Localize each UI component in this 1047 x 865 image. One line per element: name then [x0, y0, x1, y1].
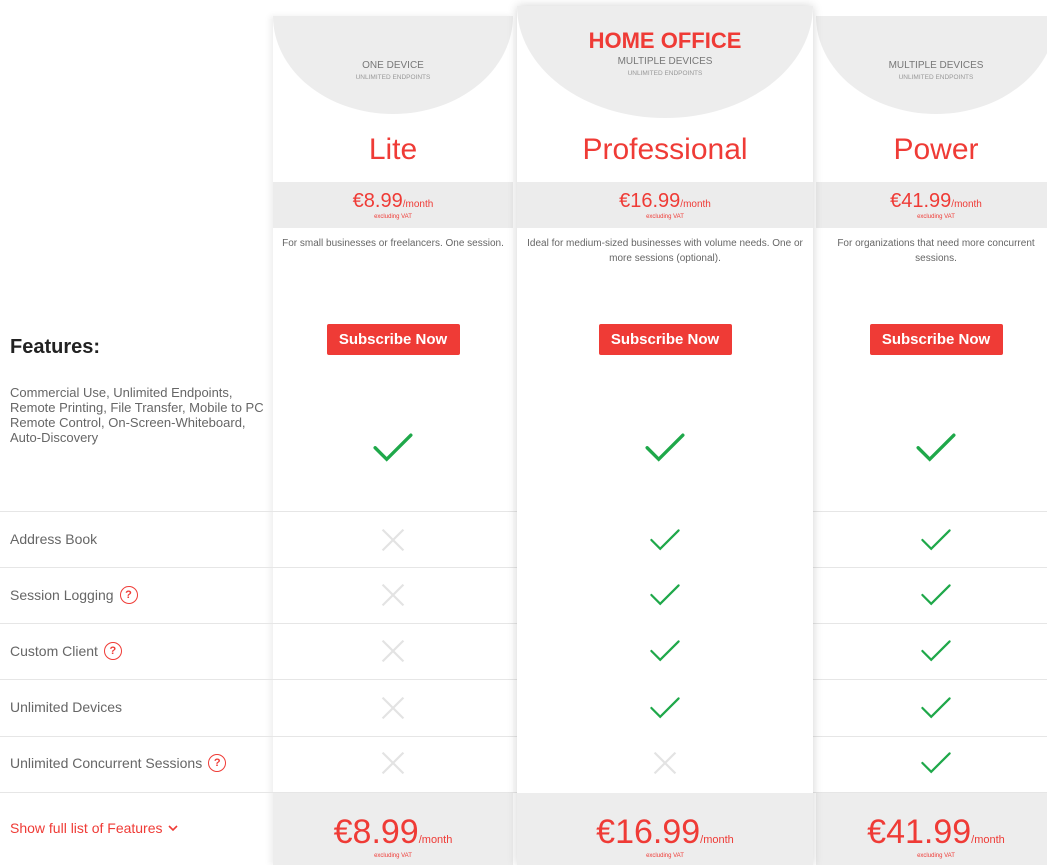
check-icon [649, 583, 681, 612]
feature-row-label: Custom Client? [10, 642, 122, 660]
feature-label-text: Address Book [10, 531, 98, 547]
footer-price-period: /month [700, 834, 734, 846]
feature-row-label: Session Logging? [10, 586, 138, 604]
plan-column-power: MULTIPLE DEVICES UNLIMITED ENDPOINTS Power… [816, 16, 1047, 865]
features-title: Features: [10, 336, 101, 358]
plan-name: Professional [582, 133, 748, 166]
footer-price-amount: €8.99 [333, 813, 419, 851]
footer-price-period: /month [418, 834, 453, 846]
price-band: €41.99/month excluding VAT [816, 182, 1047, 228]
cross-icon [380, 582, 406, 613]
feature-row-label: Unlimited Concurrent Sessions? [10, 754, 227, 772]
check-icon [649, 528, 681, 557]
footer-plan-price: €16.99/month [596, 815, 734, 849]
help-icon[interactable]: ? [103, 642, 122, 660]
plan-subtitle: MULTIPLE DEVICES [617, 56, 713, 67]
feature-label-text: Custom Client [10, 643, 98, 659]
check-icon [915, 432, 957, 469]
plan-column-professional: HOME OFFICE MULTIPLE DEVICES UNLIMITED END… [517, 6, 813, 865]
help-icon[interactable]: ? [119, 586, 138, 604]
plan-price: €8.99/month [353, 191, 434, 211]
footer-price-amount: €41.99 [867, 813, 972, 851]
check-icon [372, 432, 414, 469]
check-icon [920, 583, 952, 612]
check-icon [644, 432, 686, 469]
plan-subtitle-secondary: UNLIMITED ENDPOINTS [355, 74, 431, 81]
price-amount: €41.99 [890, 190, 952, 212]
price-band: €16.99/month excluding VAT [517, 182, 813, 228]
plan-description: For small businesses or freelancers. One… [282, 238, 504, 249]
subscribe-now-button[interactable]: Subscribe Now [598, 324, 732, 355]
plan-subtitle-secondary: UNLIMITED ENDPOINTS [898, 74, 974, 81]
plan-name: Power [893, 133, 979, 166]
footer-vat-note: excluding VAT [374, 853, 412, 859]
cross-icon [652, 750, 678, 781]
plan-highlight: HOME OFFICE [588, 28, 742, 53]
plan-header-arch: MULTIPLE DEVICES UNLIMITED ENDPOINTS [816, 16, 1047, 114]
cross-icon [380, 750, 406, 781]
cross-icon [380, 638, 406, 669]
check-icon [920, 639, 952, 668]
subscribe-now-button[interactable]: Subscribe Now [326, 324, 460, 355]
price-band: €8.99/month excluding VAT [273, 182, 513, 228]
feature-label-text: Session Logging [10, 587, 114, 603]
subscribe-now-button[interactable]: Subscribe Now [869, 324, 1003, 355]
plan-price: €16.99/month [619, 191, 711, 211]
show-full-features-link[interactable]: Show full list of Features [10, 820, 178, 836]
plan-description: For organizations that need more concurr… [837, 238, 1035, 264]
vat-note: excluding VAT [917, 214, 955, 220]
plan-header-arch: ONE DEVICE UNLIMITED ENDPOINTS [273, 16, 513, 114]
chevron-down-icon [167, 824, 178, 831]
plan-subtitle: ONE DEVICE [362, 60, 424, 71]
footer-vat-note: excluding VAT [917, 853, 955, 859]
plan-header-arch: HOME OFFICE MULTIPLE DEVICES UNLIMITED END… [517, 6, 813, 118]
footer-plan-price: €41.99/month [867, 815, 1005, 849]
plan-subtitle: MULTIPLE DEVICES [888, 60, 984, 71]
check-icon [649, 696, 681, 725]
footer-price-band: €8.99/month excluding VAT [273, 793, 513, 865]
plan-description: Ideal for medium-sized businesses with v… [527, 238, 803, 264]
check-icon [920, 751, 952, 780]
footer-price-period: /month [971, 834, 1005, 846]
feature-label-text: Unlimited Devices [10, 699, 123, 715]
show-full-features-label: Show full list of Features [10, 820, 163, 836]
cross-icon [380, 527, 406, 558]
vat-note: excluding VAT [646, 214, 684, 220]
footer-price-amount: €16.99 [596, 813, 701, 851]
features-base-description: Commercial Use, Unlimited Endpoints, Rem… [10, 385, 264, 445]
plan-subtitle-secondary: UNLIMITED ENDPOINTS [627, 70, 703, 77]
check-icon [920, 528, 952, 557]
price-period: /month [680, 199, 711, 210]
check-icon [649, 639, 681, 668]
price-period: /month [951, 199, 982, 210]
price-amount: €16.99 [619, 190, 681, 212]
price-amount: €8.99 [352, 190, 403, 212]
help-icon[interactable]: ? [208, 754, 227, 772]
footer-plan-price: €8.99/month [334, 815, 453, 849]
footer-price-band: €41.99/month excluding VAT [816, 793, 1047, 865]
feature-label-text: Unlimited Concurrent Sessions [10, 755, 203, 771]
cross-icon [380, 695, 406, 726]
plan-price: €41.99/month [890, 191, 982, 211]
feature-row-label: Address Book [10, 531, 97, 547]
feature-row-label: Unlimited Devices [10, 699, 122, 715]
footer-price-band: €16.99/month excluding VAT [517, 793, 813, 865]
check-icon [920, 696, 952, 725]
vat-note: excluding VAT [374, 214, 412, 220]
price-period: /month [402, 199, 434, 210]
footer-vat-note: excluding VAT [646, 853, 684, 859]
plan-name: Lite [368, 133, 418, 166]
plan-column-lite: ONE DEVICE UNLIMITED ENDPOINTS Lite €8.99/m… [273, 16, 513, 865]
